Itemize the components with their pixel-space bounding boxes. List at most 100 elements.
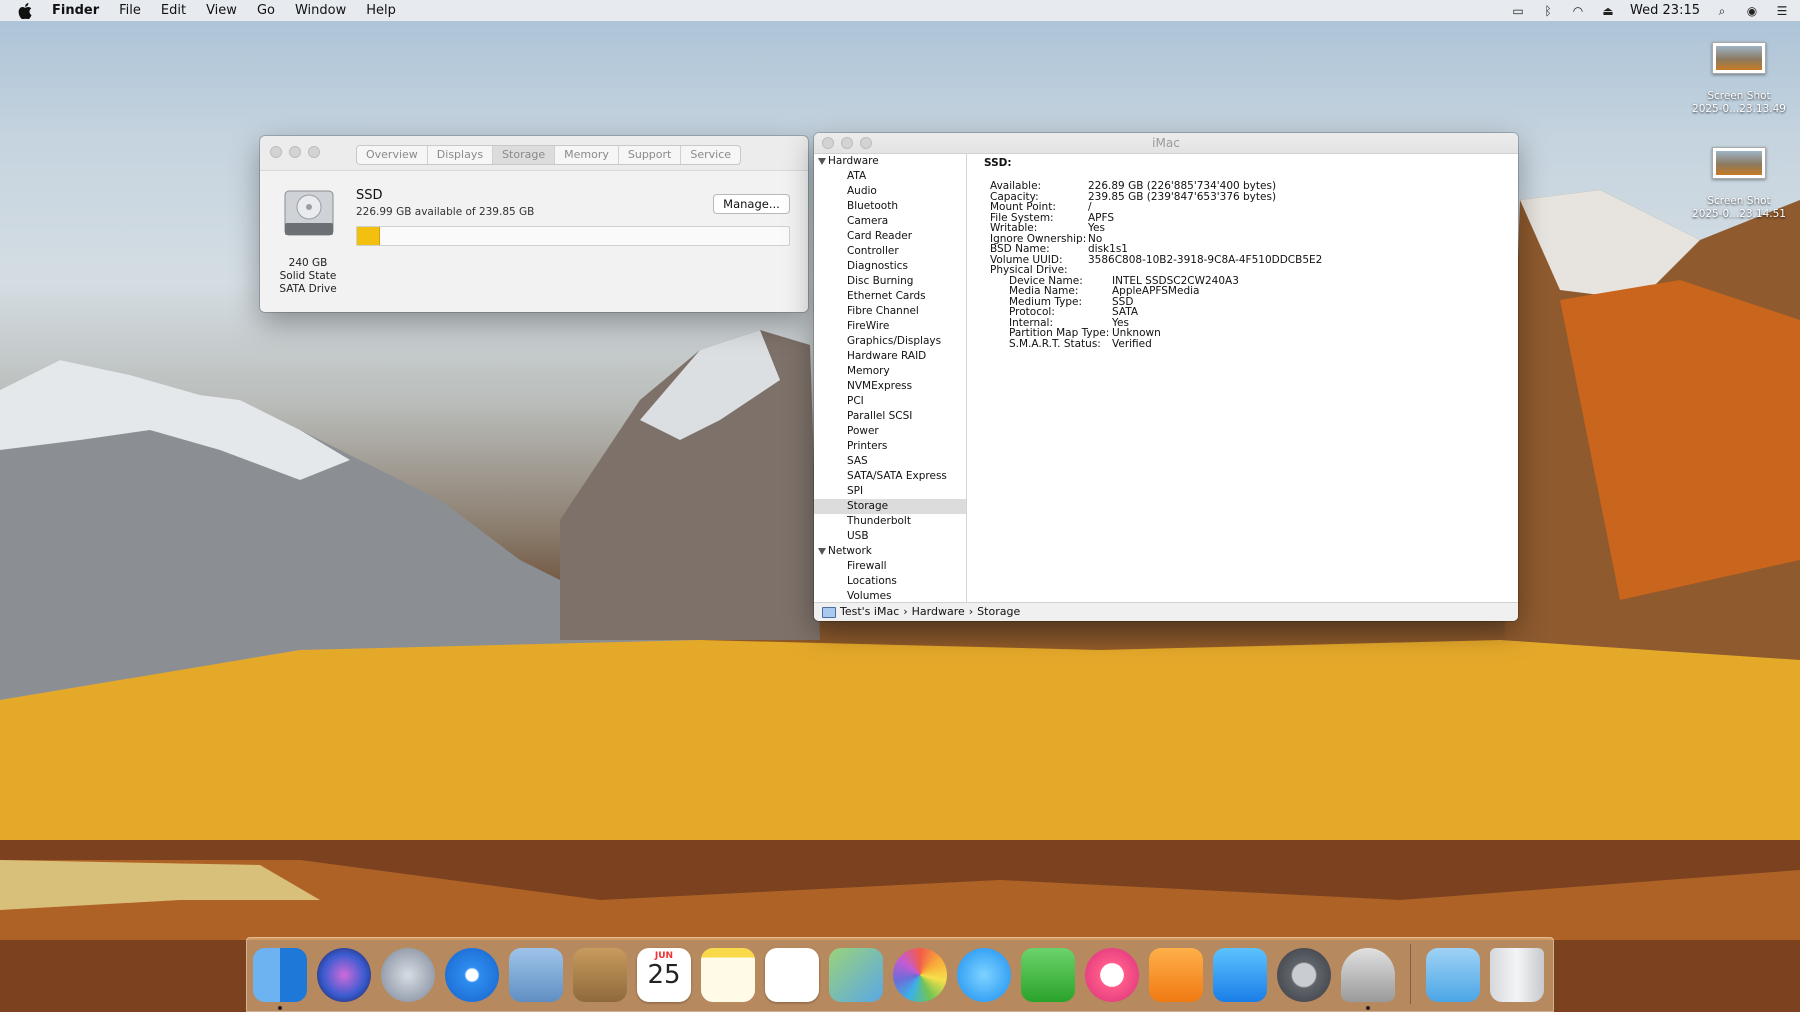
sidebar: Hardware ATA Audio Bluetooth Camera Card Read… — [814, 154, 967, 602]
sidebar-item-diagnostics[interactable]: Diagnostics — [814, 259, 966, 274]
launchpad-icon[interactable] — [381, 948, 435, 1002]
sidebar-item-parallel-scsi[interactable]: Parallel SCSI — [814, 409, 966, 424]
storage-usage-fill — [357, 227, 381, 245]
tab-memory[interactable]: Memory — [555, 146, 619, 164]
zoom-button[interactable] — [860, 137, 872, 149]
sidebar-item-volumes[interactable]: Volumes — [814, 589, 966, 602]
close-button[interactable] — [822, 137, 834, 149]
facetime-icon[interactable] — [1021, 948, 1075, 1002]
zoom-button[interactable] — [308, 146, 320, 158]
sidebar-item-storage[interactable]: Storage — [814, 499, 966, 514]
menu-go[interactable]: Go — [257, 3, 275, 18]
sidebar-item-spi[interactable]: SPI — [814, 484, 966, 499]
maps-icon[interactable] — [829, 948, 883, 1002]
sidebar-item-pci[interactable]: PCI — [814, 394, 966, 409]
messages-icon[interactable] — [957, 948, 1011, 1002]
file-label-line1: Screen Shot — [1707, 90, 1771, 102]
menu-view[interactable]: View — [206, 3, 237, 18]
calendar-icon[interactable]: JUN 25 — [637, 948, 691, 1002]
system-information-icon[interactable] — [1341, 948, 1395, 1002]
sidebar-item-power[interactable]: Power — [814, 424, 966, 439]
sidebar-item-memory[interactable]: Memory — [814, 364, 966, 379]
path-storage[interactable]: Storage — [977, 603, 1020, 621]
itunes-icon[interactable] — [1085, 948, 1139, 1002]
menu-edit[interactable]: Edit — [161, 3, 186, 18]
ibooks-icon[interactable] — [1149, 948, 1203, 1002]
airplay-icon[interactable]: ▭ — [1510, 4, 1526, 18]
sidebar-item-ethernet-cards[interactable]: Ethernet Cards — [814, 289, 966, 304]
sidebar-item-disc-burning[interactable]: Disc Burning — [814, 274, 966, 289]
notification-center-icon[interactable]: ☰ — [1774, 4, 1790, 18]
downloads-folder-icon[interactable] — [1426, 948, 1480, 1002]
detail-value: 3586C808-10B2-3918-9C8A-4F510DDCB5E2 — [1088, 253, 1323, 266]
sidebar-item-usb[interactable]: USB — [814, 529, 966, 544]
running-indicator — [278, 1006, 282, 1010]
reminders-icon[interactable] — [765, 948, 819, 1002]
sidebar-item-controller[interactable]: Controller — [814, 244, 966, 259]
sidebar-item-bluetooth[interactable]: Bluetooth — [814, 199, 966, 214]
bluetooth-icon[interactable]: ᛒ — [1540, 4, 1556, 18]
sidebar-item-audio[interactable]: Audio — [814, 184, 966, 199]
menu-app-name[interactable]: Finder — [52, 3, 99, 18]
app-store-icon[interactable] — [1213, 948, 1267, 1002]
wifi-icon[interactable]: ◠ — [1570, 4, 1586, 18]
sidebar-item-hardware-raid[interactable]: Hardware RAID — [814, 349, 966, 364]
path-hardware[interactable]: Hardware — [912, 603, 965, 621]
sidebar-item-nvmexpress[interactable]: NVMExpress — [814, 379, 966, 394]
tab-displays[interactable]: Displays — [428, 146, 494, 164]
tab-overview[interactable]: Overview — [357, 146, 428, 164]
finder-icon[interactable] — [253, 948, 307, 1002]
tab-support[interactable]: Support — [619, 146, 682, 164]
sidebar-item-printers[interactable]: Printers — [814, 439, 966, 454]
sidebar-item-locations[interactable]: Locations — [814, 574, 966, 589]
contacts-icon[interactable] — [573, 948, 627, 1002]
path-computer[interactable]: Test's iMac — [840, 603, 899, 621]
sidebar-group-hardware[interactable]: Hardware — [814, 154, 966, 169]
window-controls — [822, 137, 872, 149]
sidebar-item-sata-sata-express[interactable]: SATA/SATA Express — [814, 469, 966, 484]
apple-menu-icon[interactable] — [18, 2, 32, 19]
dock-separator — [1410, 944, 1411, 1004]
siri-icon[interactable]: ◉ — [1744, 4, 1760, 18]
sidebar-group-network[interactable]: Network — [814, 544, 966, 559]
spotlight-search-icon[interactable]: ⌕ — [1714, 4, 1730, 18]
computer-icon — [822, 606, 836, 618]
siri-icon[interactable] — [317, 948, 371, 1002]
minimize-button[interactable] — [841, 137, 853, 149]
mail-icon[interactable] — [509, 948, 563, 1002]
photos-icon[interactable] — [893, 948, 947, 1002]
menu-help[interactable]: Help — [366, 3, 396, 18]
notes-icon[interactable] — [701, 948, 755, 1002]
clock[interactable]: Wed 23:15 — [1630, 3, 1700, 18]
sidebar-item-thunderbolt[interactable]: Thunderbolt — [814, 514, 966, 529]
sidebar-item-fibre-channel[interactable]: Fibre Channel — [814, 304, 966, 319]
sidebar-item-firewall[interactable]: Firewall — [814, 559, 966, 574]
window-title: iMac — [1152, 136, 1180, 150]
manage-button[interactable]: Manage... — [713, 194, 790, 214]
drive-capacity: 240 GB — [288, 257, 328, 269]
desktop-file-screenshot[interactable]: Screen Shot 2025-0...23.13.49 — [1684, 42, 1794, 116]
desktop-file-screenshot[interactable]: Screen Shot 2025-0...23.14.51 — [1684, 147, 1794, 221]
sidebar-item-card-reader[interactable]: Card Reader — [814, 229, 966, 244]
menu-file[interactable]: File — [119, 3, 141, 18]
minimize-button[interactable] — [289, 146, 301, 158]
sidebar-item-graphics-displays[interactable]: Graphics/Displays — [814, 334, 966, 349]
safari-icon[interactable] — [445, 948, 499, 1002]
detail-key: S.M.A.R.T. Status: — [1009, 337, 1101, 350]
file-label: Screen Shot 2025-0...23.14.51 — [1684, 195, 1794, 221]
sidebar-item-ata[interactable]: ATA — [814, 169, 966, 184]
menu-window[interactable]: Window — [295, 3, 346, 18]
sidebar-item-firewire[interactable]: FireWire — [814, 319, 966, 334]
tab-service[interactable]: Service — [681, 146, 740, 164]
title-bar: iMac — [814, 133, 1518, 154]
close-button[interactable] — [270, 146, 282, 158]
sidebar-item-camera[interactable]: Camera — [814, 214, 966, 229]
tab-storage[interactable]: Storage — [493, 146, 556, 164]
trash-icon[interactable] — [1490, 948, 1544, 1002]
system-preferences-icon[interactable] — [1277, 948, 1331, 1002]
status-area: ▭ ᛒ ◠ ⏏ Wed 23:15 ⌕ ◉ ☰ — [1510, 0, 1790, 21]
drive-caption: 240 GB Solid State SATA Drive — [260, 257, 356, 296]
sidebar-item-sas[interactable]: SAS — [814, 454, 966, 469]
storage-usage-bar — [356, 226, 790, 246]
eject-icon[interactable]: ⏏ — [1600, 4, 1616, 18]
